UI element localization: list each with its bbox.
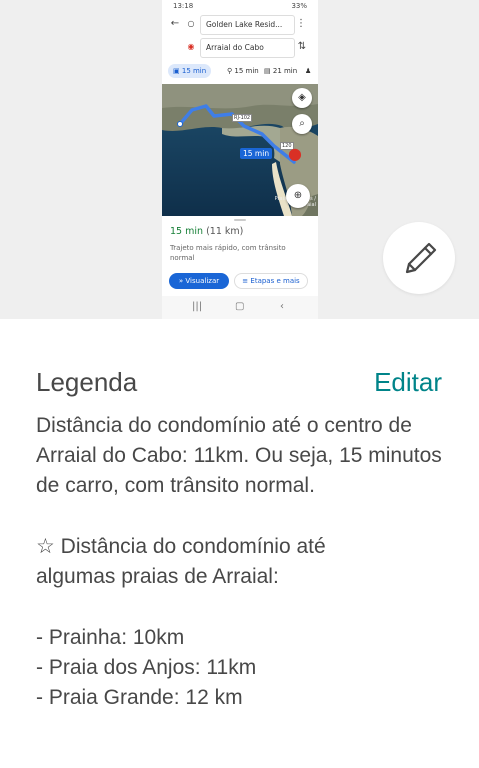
- android-nav-bar: ||| ▢ ‹: [162, 296, 318, 319]
- mode-car: ▣ 15 min: [168, 64, 212, 78]
- swap-icon: ⇅: [297, 41, 307, 52]
- caption-list-item: - Praia Grande: 12 km: [36, 686, 243, 709]
- layers-icon: ◈: [292, 88, 312, 108]
- origin-field: Golden Lake Resid...: [200, 15, 295, 35]
- pencil-icon: [405, 242, 437, 274]
- route-time-label: 15 min: [240, 148, 273, 159]
- status-time: 13:18: [173, 2, 194, 10]
- route-duration: 15 min: [170, 226, 204, 237]
- preview-icon: »: [178, 277, 184, 285]
- caption-paragraph: Distância do condomínio até o centro de …: [36, 414, 442, 497]
- map-view: RJ-102 120 15 min ● Praia dos Anjos / Ar…: [162, 84, 318, 216]
- more-vert-icon: ⋮: [296, 18, 306, 29]
- back-nav-icon: ‹: [280, 301, 284, 312]
- caption-paragraph: ☆ Distância do condomínio até algumas pr…: [36, 535, 326, 588]
- origin-dot-icon: ○: [187, 19, 195, 28]
- list-icon: ≡: [242, 277, 249, 285]
- status-bar: 13:18 33%: [162, 0, 318, 12]
- caption-list-item: - Praia dos Anjos: 11km: [36, 656, 257, 679]
- recents-icon: |||: [192, 301, 203, 312]
- car-icon: ▣: [173, 67, 180, 75]
- bus-icon: ▤: [264, 67, 271, 75]
- road-label: RJ-102: [232, 114, 253, 122]
- visualizar-button: » Visualizar: [169, 273, 229, 289]
- phone-screenshot: 13:18 33% ← ○ Golden Lake Resid... ⋮ ◉ A…: [162, 0, 318, 319]
- sheet-handle: [234, 219, 246, 221]
- caption-text: Distância do condomínio até o centro de …: [36, 411, 456, 713]
- route-distance: (11 km): [206, 226, 244, 237]
- destination-field: Arraial do Cabo: [200, 38, 295, 58]
- edit-caption-link[interactable]: Editar: [374, 364, 442, 400]
- home-icon: ▢: [235, 301, 245, 312]
- route-description: Trajeto mais rápido, com trânsito normal: [170, 244, 286, 262]
- route-summary: 15 min (11 km): [170, 226, 243, 237]
- edit-photo-button[interactable]: [383, 222, 455, 294]
- status-battery: 33%: [291, 2, 307, 10]
- caption-list-item: - Prainha: 10km: [36, 626, 185, 649]
- route-sheet: 15 min (11 km) Trajeto mais rápido, com …: [162, 216, 318, 296]
- caption-header: Legenda Editar: [36, 364, 444, 400]
- mode-transit: ▤ 21 min: [264, 67, 298, 75]
- search-icon: ⌕: [292, 114, 312, 134]
- walk-icon: ♟: [305, 67, 312, 75]
- destination-marker-icon: ●: [288, 144, 302, 163]
- motorcycle-icon: ⚲: [227, 67, 233, 75]
- travel-modes: ▣ 15 min ⚲ 15 min ▤ 21 min ♟: [162, 64, 318, 78]
- listing-photo: 13:18 33% ← ○ Golden Lake Resid... ⋮ ◉ A…: [0, 0, 479, 319]
- etapas-button: ≡ Etapas e mais: [234, 273, 308, 289]
- caption-title: Legenda: [36, 367, 138, 397]
- back-arrow-icon: ←: [170, 18, 180, 29]
- my-location-icon: ⊕: [286, 184, 310, 208]
- mode-motorcycle: ⚲ 15 min: [227, 67, 259, 75]
- destination-pin-icon: ◉: [187, 42, 195, 51]
